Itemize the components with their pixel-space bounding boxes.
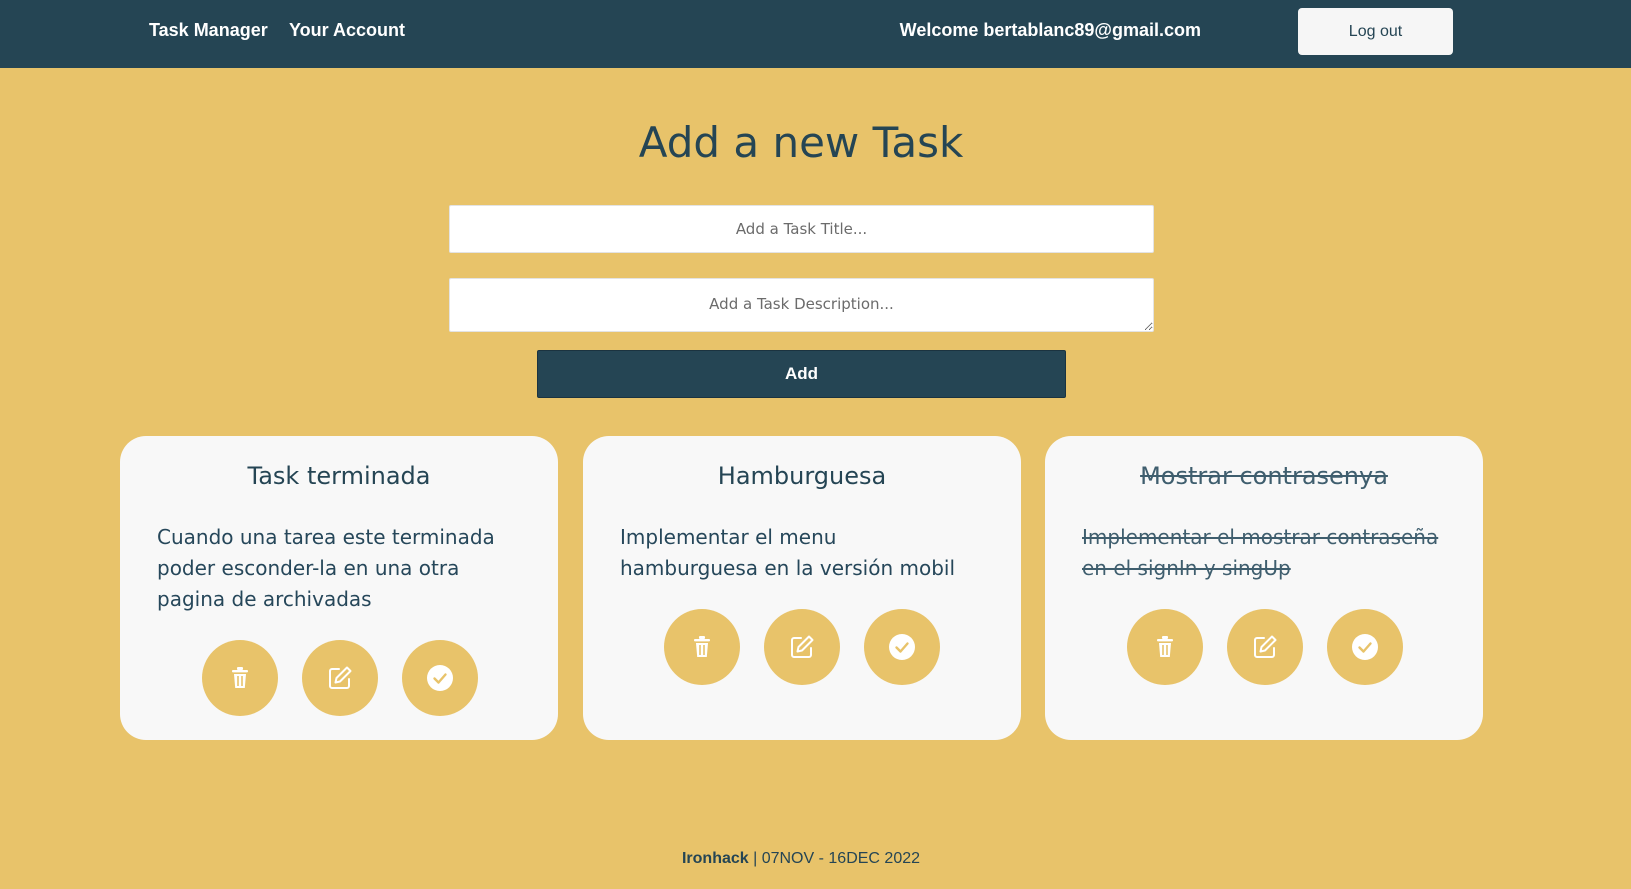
task-card-description: Implementar el mostrar contraseña en el … — [1082, 525, 1439, 580]
nav-task-manager-link[interactable]: Task Manager — [149, 20, 268, 41]
add-task-button[interactable]: Add — [537, 350, 1066, 398]
task-card-title: Mostrar contrasenya — [1140, 462, 1388, 490]
task-card: Hamburguesa Implementar el menu hamburgu… — [583, 436, 1021, 740]
edit-task-button[interactable] — [302, 640, 378, 716]
task-card-actions — [1045, 609, 1483, 685]
welcome-text: Welcome bertablanc89@gmail.com — [899, 20, 1201, 40]
trash-icon — [232, 667, 248, 688]
delete-task-button[interactable] — [664, 609, 740, 685]
delete-task-button[interactable] — [202, 640, 278, 716]
edit-icon — [791, 635, 814, 658]
trash-icon — [694, 636, 710, 657]
task-title-input[interactable] — [449, 205, 1154, 253]
task-card-actions — [583, 609, 1021, 685]
delete-task-button[interactable] — [1127, 609, 1203, 685]
trash-icon — [1157, 636, 1173, 657]
task-card-actions — [120, 640, 558, 716]
task-card-completed: Mostrar contrasenya Implementar el mostr… — [1045, 436, 1483, 740]
check-circle-icon — [1352, 634, 1378, 660]
edit-icon — [329, 666, 352, 689]
edit-icon — [1254, 635, 1277, 658]
edit-task-button[interactable] — [1227, 609, 1303, 685]
task-description-input[interactable] — [449, 278, 1154, 332]
check-circle-icon — [889, 634, 915, 660]
footer-separator: | — [748, 850, 762, 867]
page-title: Add a new Task — [638, 118, 964, 167]
check-circle-icon — [427, 665, 453, 691]
task-card-title: Task terminada — [247, 462, 431, 490]
task-card-description: Cuando una tarea este terminada poder es… — [157, 525, 495, 611]
task-card-description: Implementar el menu hamburguesa en la ve… — [620, 525, 956, 580]
footer: Ironhack | 07NOV - 16DEC 2022 — [0, 850, 1602, 868]
footer-dates: 07NOV - 16DEC 2022 — [761, 850, 921, 867]
complete-task-button[interactable] — [864, 609, 940, 685]
complete-task-button[interactable] — [1327, 609, 1403, 685]
task-card-title: Hamburguesa — [717, 462, 887, 490]
edit-task-button[interactable] — [764, 609, 840, 685]
nav-your-account-link[interactable]: Your Account — [289, 20, 405, 41]
logout-button[interactable]: Log out — [1298, 8, 1453, 55]
footer-brand: Ironhack — [681, 850, 749, 867]
task-card: Task terminada Cuando una tarea este ter… — [120, 436, 558, 740]
complete-task-button[interactable] — [402, 640, 478, 716]
navbar: Task Manager Your Account Welcome bertab… — [0, 0, 1631, 68]
